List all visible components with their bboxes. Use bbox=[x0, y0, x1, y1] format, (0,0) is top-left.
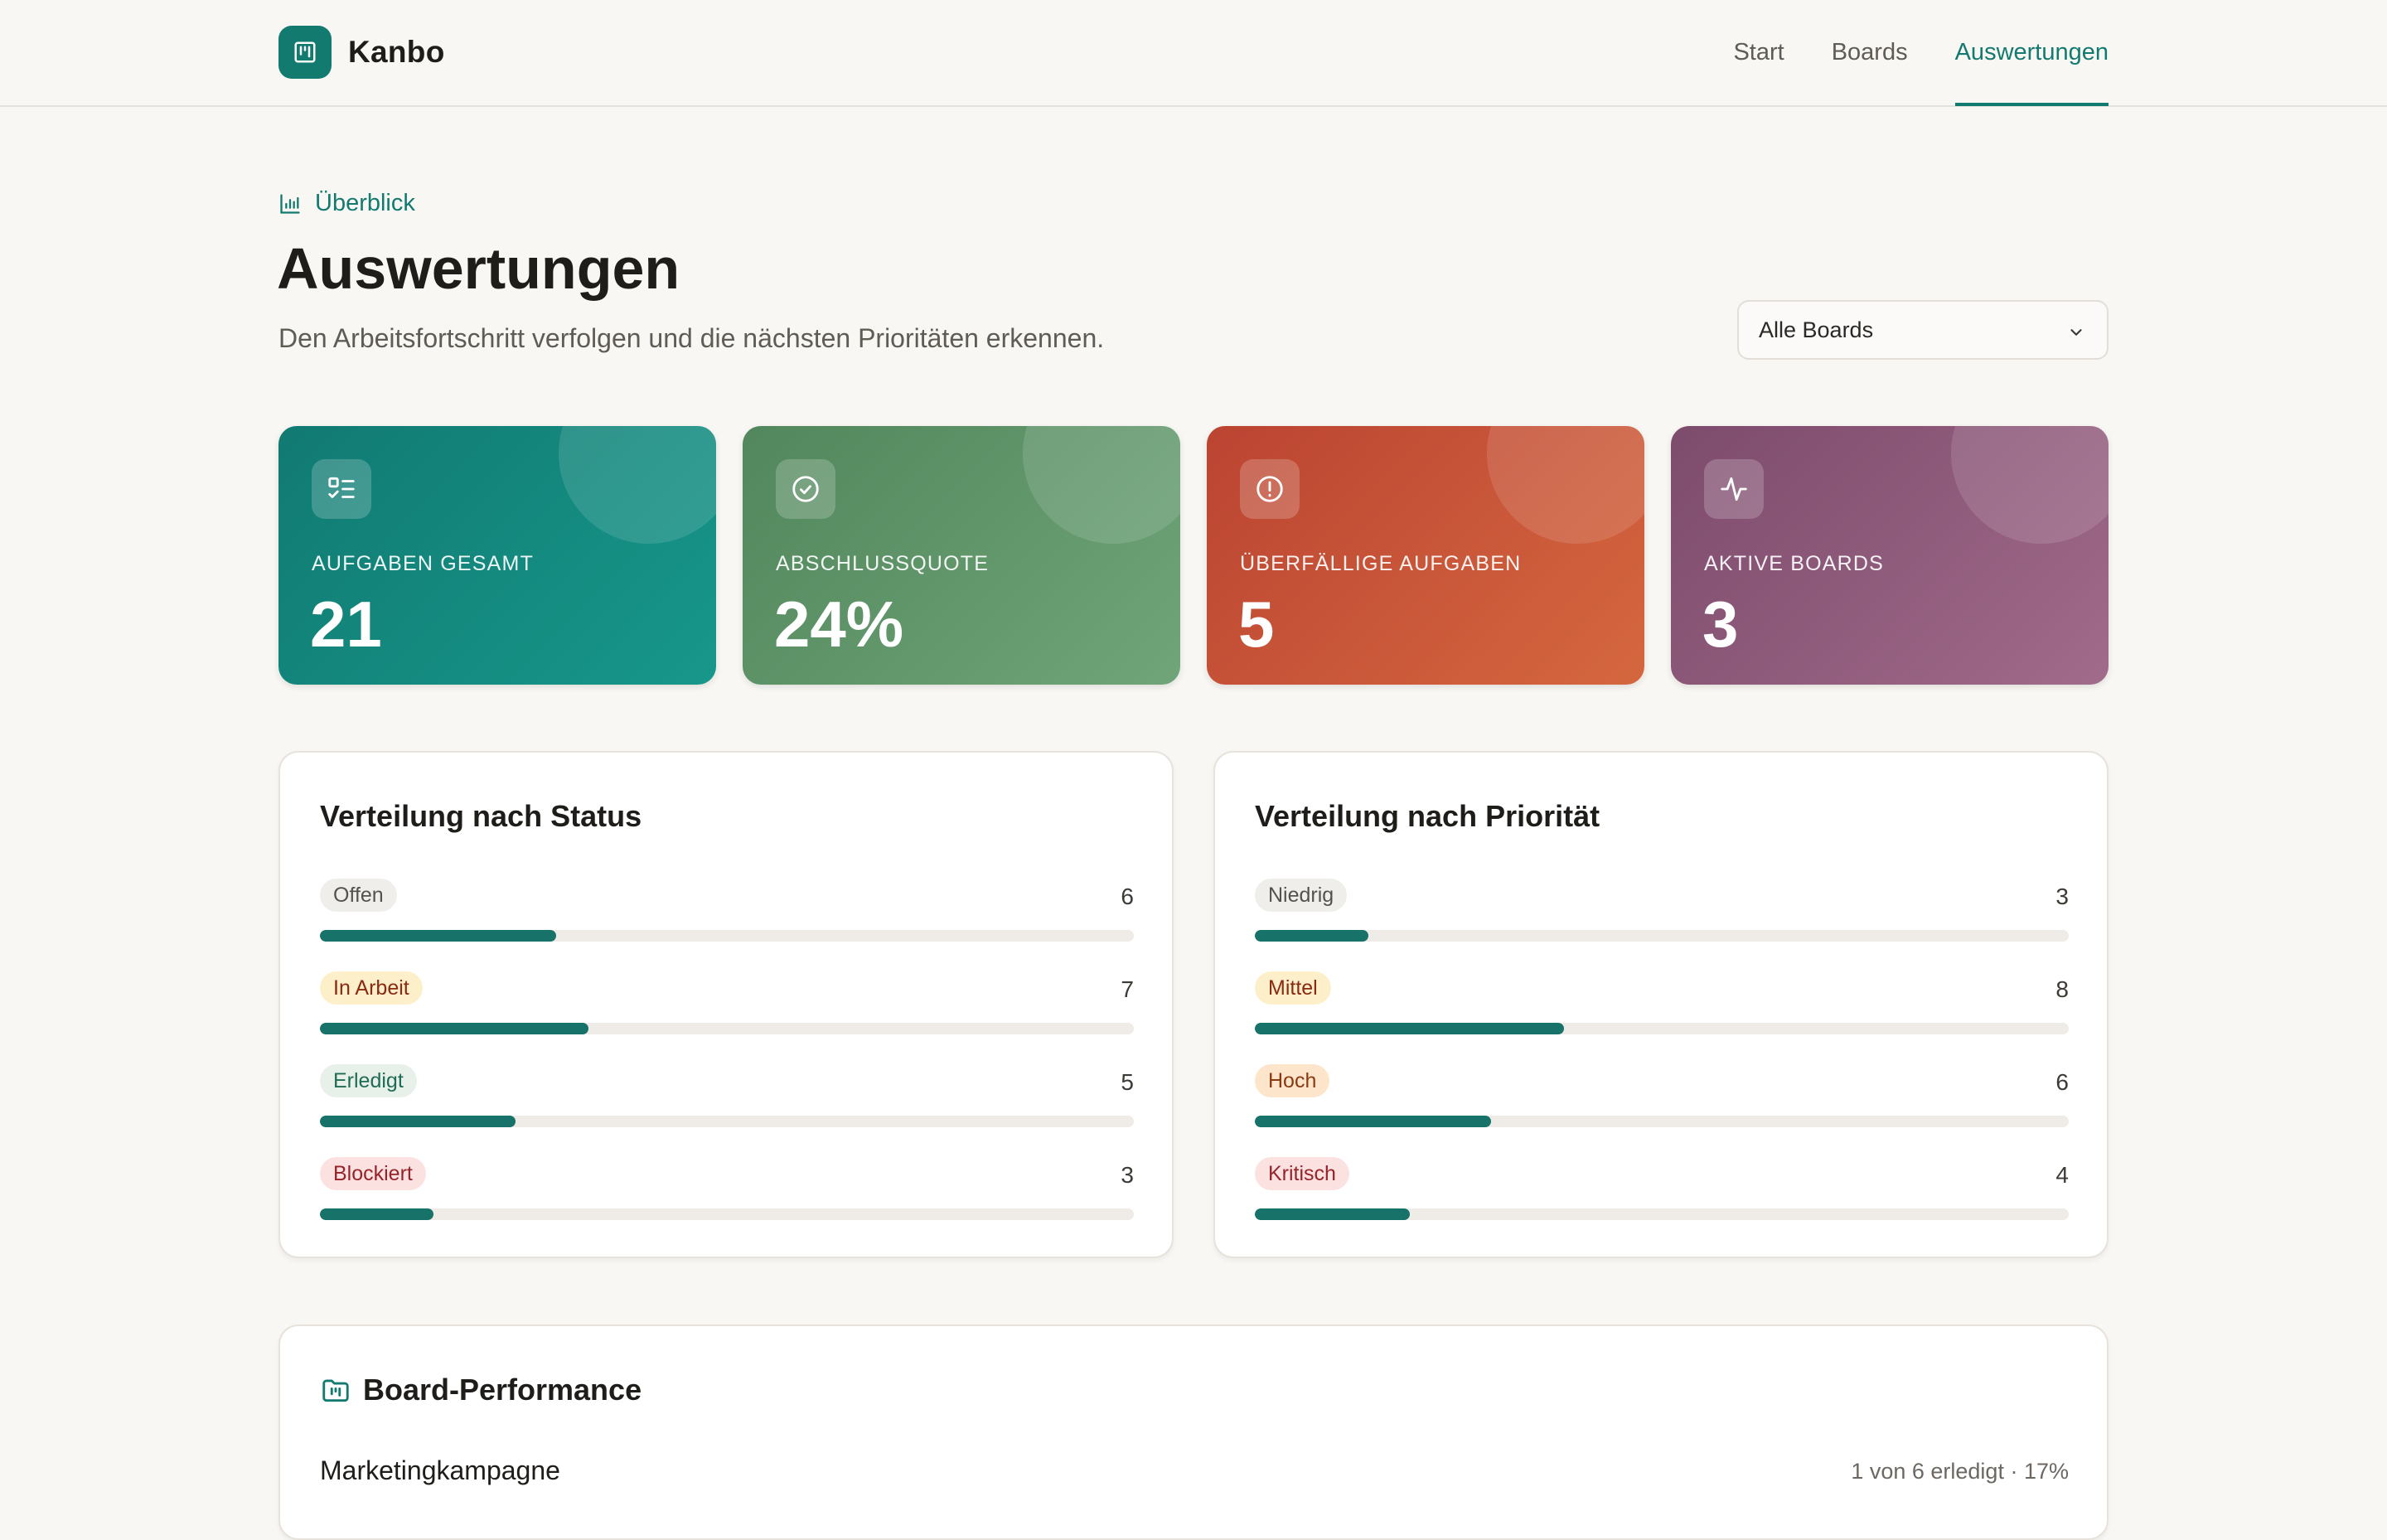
status-distribution-panel: Verteilung nach Status Offen 6 In Arbeit… bbox=[278, 751, 1174, 1258]
app-name: Kanbo bbox=[348, 35, 445, 69]
status-row-offen: Offen 6 bbox=[320, 879, 1134, 971]
progress-bar bbox=[320, 1023, 1134, 1034]
panel-title: Board-Performance bbox=[363, 1373, 642, 1407]
kpi-label: AKTIVE BOARDS bbox=[1704, 552, 1885, 575]
kpi-label: ÜBERFÄLLIGE AUFGABEN bbox=[1240, 552, 1522, 575]
progress-fill bbox=[1255, 1116, 1491, 1127]
board-progress-stat: 1 von 6 erledigt · 17% bbox=[1851, 1459, 2069, 1484]
status-row-erledigt: Erledigt 5 bbox=[320, 1064, 1134, 1157]
panel-title: Verteilung nach Status bbox=[320, 799, 642, 833]
activity-icon bbox=[1704, 459, 1764, 519]
priority-distribution-panel: Verteilung nach Priorität Niedrig 3 Mitt… bbox=[1213, 751, 2109, 1258]
kpi-label: ABSCHLUSSQUOTE bbox=[776, 552, 990, 575]
progress-bar bbox=[320, 1208, 1134, 1220]
brand[interactable]: Kanbo bbox=[278, 26, 445, 79]
priority-badge: Mittel bbox=[1255, 971, 1331, 1005]
top-navigation-bar: Kanbo Start Boards Auswertungen bbox=[0, 0, 2387, 107]
priority-count: 3 bbox=[2055, 884, 2069, 909]
progress-fill bbox=[1255, 1023, 1565, 1034]
status-count: 6 bbox=[1121, 884, 1134, 909]
status-row-in-arbeit: In Arbeit 7 bbox=[320, 971, 1134, 1064]
status-badge: Blockiert bbox=[320, 1157, 426, 1190]
decorative-circle bbox=[1487, 426, 1644, 544]
board-name: Marketingkampagne bbox=[320, 1455, 560, 1485]
status-count: 3 bbox=[1121, 1162, 1134, 1188]
priority-count: 6 bbox=[2055, 1069, 2069, 1095]
status-list: Offen 6 In Arbeit 7 Erledigt 5 Blockiert… bbox=[320, 879, 1134, 1250]
priority-count: 8 bbox=[2055, 976, 2069, 1002]
kpi-value: 5 bbox=[1238, 588, 1275, 661]
folder-kanban-icon bbox=[322, 1379, 349, 1402]
board-filter-select[interactable]: Alle Boards bbox=[1737, 300, 2109, 360]
decorative-circle bbox=[559, 426, 716, 544]
check-circle-icon bbox=[776, 459, 835, 519]
progress-bar bbox=[1255, 1023, 2069, 1034]
priority-row-hoch: Hoch 6 bbox=[1255, 1064, 2069, 1157]
decorative-circle bbox=[1023, 426, 1180, 544]
nav-item-boards[interactable]: Boards bbox=[1832, 0, 1908, 105]
priority-list: Niedrig 3 Mittel 8 Hoch 6 Kritisch 4 bbox=[1255, 879, 2069, 1250]
kpi-label: AUFGABEN GESAMT bbox=[312, 552, 535, 575]
breadcrumb-label: Überblick bbox=[315, 190, 415, 216]
progress-bar bbox=[1255, 1208, 2069, 1220]
kpi-value: 21 bbox=[310, 588, 382, 661]
progress-fill bbox=[1255, 1208, 1410, 1220]
priority-badge: Kritisch bbox=[1255, 1157, 1349, 1190]
status-badge: Erledigt bbox=[320, 1064, 417, 1097]
page-title: Auswertungen bbox=[277, 236, 680, 301]
status-count: 5 bbox=[1121, 1069, 1134, 1095]
priority-badge: Niedrig bbox=[1255, 879, 1348, 912]
status-row-blockiert: Blockiert 3 bbox=[320, 1157, 1134, 1250]
kpi-card-overdue-tasks: ÜBERFÄLLIGE AUFGABEN 5 bbox=[1207, 426, 1644, 685]
progress-fill bbox=[320, 1023, 589, 1034]
kpi-card-total-tasks: AUFGABEN GESAMT 21 bbox=[278, 426, 716, 685]
kpi-card-completion-rate: ABSCHLUSSQUOTE 24% bbox=[743, 426, 1180, 685]
task-list-icon bbox=[312, 459, 371, 519]
chevron-down-icon bbox=[2070, 329, 2082, 336]
priority-row-niedrig: Niedrig 3 bbox=[1255, 879, 2069, 971]
priority-count: 4 bbox=[2055, 1162, 2069, 1188]
kpi-value: 24% bbox=[774, 588, 904, 661]
board-performance-panel: Board-Performance Marketingkampagne 1 vo… bbox=[278, 1324, 2109, 1540]
kpi-card-active-boards: AKTIVE BOARDS 3 bbox=[1671, 426, 2109, 685]
alert-circle-icon bbox=[1240, 459, 1300, 519]
progress-fill bbox=[320, 1116, 516, 1127]
page-subtitle: Den Arbeitsfortschritt verfolgen und die… bbox=[278, 323, 1105, 353]
nav-item-start[interactable]: Start bbox=[1733, 0, 1784, 105]
priority-row-kritisch: Kritisch 4 bbox=[1255, 1157, 2069, 1250]
progress-bar bbox=[1255, 1116, 2069, 1127]
panel-title: Verteilung nach Priorität bbox=[1255, 799, 1600, 833]
priority-row-mittel: Mittel 8 bbox=[1255, 971, 2069, 1064]
kanban-logo-icon bbox=[278, 26, 332, 79]
progress-bar bbox=[1255, 930, 2069, 942]
progress-fill bbox=[1255, 930, 1369, 942]
board-performance-header: Board-Performance bbox=[320, 1373, 642, 1407]
board-filter-value: Alle Boards bbox=[1759, 317, 1874, 342]
kpi-value: 3 bbox=[1702, 588, 1739, 661]
decorative-circle bbox=[1951, 426, 2109, 544]
main-nav: Start Boards Auswertungen bbox=[1686, 0, 2109, 106]
progress-fill bbox=[320, 1208, 434, 1220]
progress-bar bbox=[320, 930, 1134, 942]
status-badge: Offen bbox=[320, 879, 397, 912]
priority-badge: Hoch bbox=[1255, 1064, 1330, 1097]
bar-chart-icon bbox=[280, 193, 300, 214]
breadcrumb: Überblick bbox=[278, 190, 415, 217]
nav-item-auswertungen[interactable]: Auswertungen bbox=[1954, 0, 2109, 106]
progress-fill bbox=[320, 930, 556, 942]
status-count: 7 bbox=[1121, 976, 1134, 1002]
progress-bar bbox=[320, 1116, 1134, 1127]
status-badge: In Arbeit bbox=[320, 971, 423, 1005]
